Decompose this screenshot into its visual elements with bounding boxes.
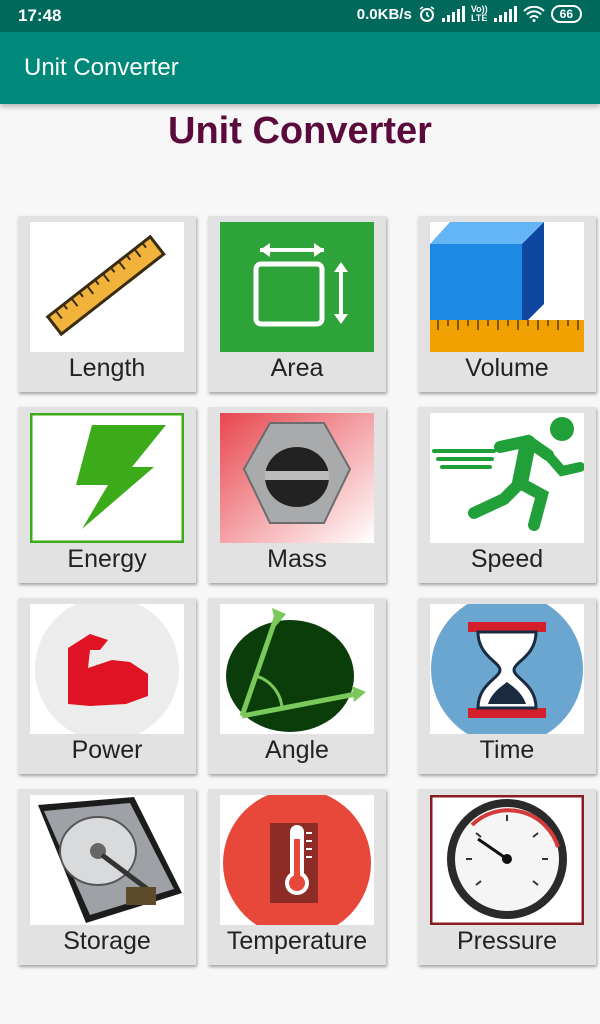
running-man-icon <box>430 413 584 543</box>
hard-drive-icon <box>30 795 184 925</box>
tile-label: Speed <box>470 545 544 573</box>
tile-length[interactable]: Length <box>18 216 196 392</box>
status-icons: 0.0KB/s Vo)) LTE 66 <box>357 5 582 23</box>
weight-icon <box>220 413 374 543</box>
angle-icon <box>220 604 374 734</box>
tile-power[interactable]: Power <box>18 598 196 774</box>
ruler-icon <box>30 222 184 352</box>
tile-energy[interactable]: Energy <box>18 407 196 583</box>
tile-time[interactable]: Time <box>418 598 596 774</box>
thermometer-icon <box>220 795 374 925</box>
tile-storage[interactable]: Storage <box>18 789 196 965</box>
status-time: 17:48 <box>18 6 62 25</box>
cube-icon <box>430 222 584 352</box>
lte-bottom-text: LTE <box>471 13 488 23</box>
tile-label: Temperature <box>226 927 368 955</box>
tile-label: Length <box>68 354 146 382</box>
lte-icon: Vo)) LTE <box>471 5 488 23</box>
tile-area[interactable]: Area <box>208 216 386 392</box>
hourglass-icon <box>430 604 584 734</box>
status-bar: 17:48 0.0KB/s Vo)) LTE 66 <box>0 0 600 32</box>
tile-mass[interactable]: Mass <box>208 407 386 583</box>
app-bar: Unit Converter <box>0 32 600 104</box>
page-heading: Unit Converter <box>168 110 432 152</box>
signal-icon <box>441 6 465 22</box>
signal-2-icon <box>493 6 517 22</box>
muscle-arm-icon <box>30 604 184 734</box>
tile-label: Area <box>270 354 324 382</box>
lightning-icon <box>30 413 184 543</box>
network-speed: 0.0KB/s <box>356 5 412 23</box>
wifi-icon <box>522 6 545 22</box>
tile-label: Time <box>479 736 535 764</box>
tile-label: Mass <box>267 545 327 573</box>
alarm-icon <box>419 6 435 22</box>
battery-icon: 66 <box>550 5 582 23</box>
tile-angle[interactable]: Angle <box>208 598 386 774</box>
area-icon <box>220 222 374 352</box>
tile-label: Angle <box>265 736 329 764</box>
tile-label: Power <box>71 736 143 764</box>
tile-volume[interactable]: Volume <box>418 216 596 392</box>
tile-label: Storage <box>63 927 151 955</box>
tile-pressure[interactable]: Pressure <box>418 789 596 965</box>
tile-label: Energy <box>67 545 147 573</box>
tile-label: Pressure <box>456 927 558 955</box>
app-title: Unit Converter <box>24 54 179 81</box>
pressure-gauge-icon <box>430 795 584 925</box>
tile-speed[interactable]: Speed <box>418 407 596 583</box>
tile-label: Volume <box>465 354 549 382</box>
tile-temperature[interactable]: Temperature <box>208 789 386 965</box>
